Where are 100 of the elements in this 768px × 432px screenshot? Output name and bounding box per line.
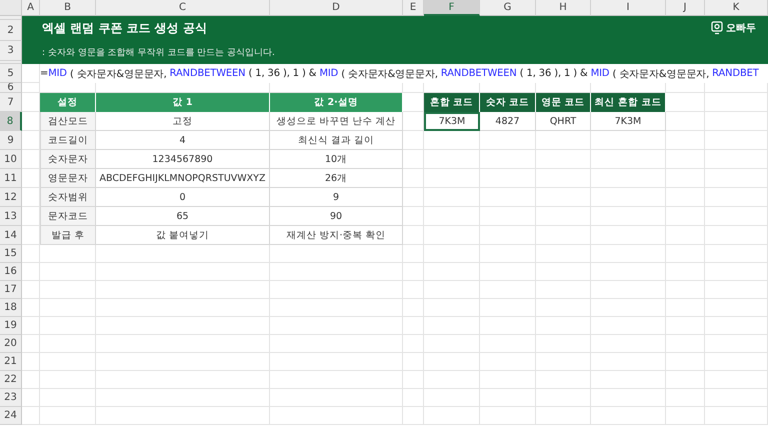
empty-cell[interactable] (591, 188, 666, 207)
empty-cell[interactable] (666, 150, 705, 169)
empty-cell[interactable] (536, 226, 591, 245)
empty-cell[interactable] (270, 353, 403, 371)
empty-cell[interactable] (536, 353, 591, 371)
row-header[interactable]: 11 (0, 169, 22, 188)
row-header[interactable]: 20 (0, 335, 22, 353)
empty-cell[interactable] (270, 317, 403, 335)
row-header[interactable]: 22 (0, 371, 22, 389)
empty-cell[interactable] (480, 389, 536, 407)
empty-cell[interactable] (424, 150, 480, 169)
table-cell[interactable]: 7K3M (591, 112, 666, 131)
empty-cell[interactable] (96, 263, 270, 281)
empty-cell[interactable] (705, 226, 768, 245)
row-header[interactable]: 5 (0, 64, 22, 83)
row-header[interactable]: 9 (0, 131, 22, 150)
row-header[interactable]: 21 (0, 353, 22, 371)
row-header[interactable]: 15 (0, 245, 22, 263)
empty-cell[interactable] (40, 281, 96, 299)
row-header[interactable]: 7 (0, 93, 22, 112)
empty-cell[interactable] (536, 150, 591, 169)
empty-cell[interactable] (666, 83, 705, 93)
empty-cell[interactable] (270, 299, 403, 317)
empty-cell[interactable] (536, 299, 591, 317)
column-header[interactable]: I (591, 0, 666, 16)
empty-cell[interactable] (96, 371, 270, 389)
empty-cell[interactable] (705, 353, 768, 371)
row-header[interactable]: 18 (0, 299, 22, 317)
empty-cell[interactable] (480, 335, 536, 353)
empty-cell[interactable] (666, 226, 705, 245)
empty-cell[interactable] (705, 335, 768, 353)
empty-cell[interactable] (424, 407, 480, 425)
empty-cell[interactable] (40, 335, 96, 353)
empty-cell[interactable] (403, 371, 424, 389)
empty-cell[interactable] (480, 169, 536, 188)
empty-cell[interactable] (40, 389, 96, 407)
empty-cell[interactable] (480, 353, 536, 371)
table-cell[interactable]: 4827 (480, 112, 536, 131)
empty-cell[interactable] (705, 317, 768, 335)
empty-cell[interactable] (591, 245, 666, 263)
empty-cell[interactable] (270, 407, 403, 425)
empty-cell[interactable] (536, 281, 591, 299)
empty-cell[interactable] (96, 281, 270, 299)
empty-cell[interactable] (591, 169, 666, 188)
empty-cell[interactable] (424, 207, 480, 226)
row-header[interactable]: 19 (0, 317, 22, 335)
empty-cell[interactable] (424, 371, 480, 389)
empty-cell[interactable] (96, 407, 270, 425)
empty-cell[interactable] (270, 263, 403, 281)
empty-cell[interactable] (40, 263, 96, 281)
empty-cell[interactable] (40, 371, 96, 389)
empty-cell[interactable] (666, 371, 705, 389)
empty-cell[interactable] (424, 299, 480, 317)
column-header[interactable]: B (40, 0, 96, 16)
column-header[interactable]: G (480, 0, 536, 16)
empty-cell[interactable] (666, 353, 705, 371)
empty-cell[interactable] (666, 317, 705, 335)
empty-cell[interactable] (40, 299, 96, 317)
empty-cell[interactable] (705, 371, 768, 389)
empty-cell[interactable] (705, 131, 768, 150)
empty-cell[interactable] (705, 83, 768, 93)
empty-cell[interactable] (591, 407, 666, 425)
empty-cell[interactable] (705, 407, 768, 425)
empty-cell[interactable] (705, 389, 768, 407)
empty-cell[interactable] (666, 169, 705, 188)
row-header[interactable]: 17 (0, 281, 22, 299)
empty-cell[interactable] (536, 207, 591, 226)
empty-cell[interactable] (403, 317, 424, 335)
empty-cell[interactable] (705, 112, 768, 131)
column-header[interactable]: F (424, 0, 480, 16)
empty-cell[interactable] (536, 371, 591, 389)
empty-cell[interactable] (591, 389, 666, 407)
select-all-corner[interactable] (0, 0, 22, 16)
empty-cell[interactable] (705, 150, 768, 169)
empty-cell[interactable] (424, 226, 480, 245)
empty-cell[interactable] (96, 317, 270, 335)
empty-cell[interactable] (480, 207, 536, 226)
empty-cell[interactable] (270, 281, 403, 299)
empty-cell[interactable] (96, 335, 270, 353)
empty-cell[interactable] (591, 207, 666, 226)
empty-cell[interactable] (666, 389, 705, 407)
empty-cell[interactable] (666, 335, 705, 353)
empty-cell[interactable] (705, 263, 768, 281)
empty-cell[interactable] (403, 245, 424, 263)
empty-cell[interactable] (591, 150, 666, 169)
empty-cell[interactable] (536, 407, 591, 425)
empty-cell[interactable] (480, 245, 536, 263)
empty-cell[interactable] (403, 389, 424, 407)
empty-cell[interactable] (480, 317, 536, 335)
empty-cell[interactable] (480, 299, 536, 317)
empty-cell[interactable] (536, 335, 591, 353)
empty-cell[interactable] (403, 407, 424, 425)
empty-cell[interactable] (403, 299, 424, 317)
column-header[interactable]: D (270, 0, 403, 16)
empty-cell[interactable] (591, 263, 666, 281)
empty-cell[interactable] (270, 371, 403, 389)
empty-cell[interactable] (424, 169, 480, 188)
empty-cell[interactable] (480, 150, 536, 169)
empty-cell[interactable] (705, 245, 768, 263)
empty-cell[interactable] (424, 263, 480, 281)
